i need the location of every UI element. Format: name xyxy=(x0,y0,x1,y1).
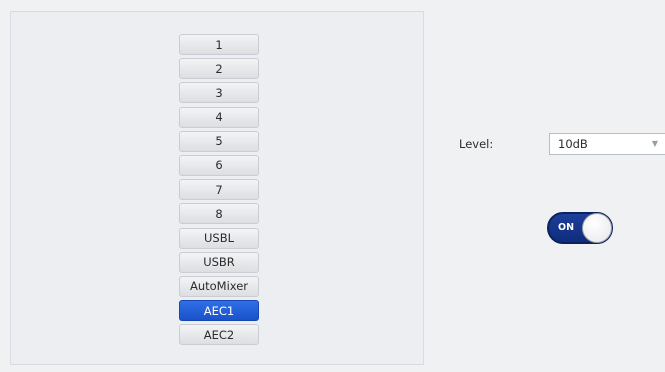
channel-button-usbr[interactable]: USBR xyxy=(179,251,259,273)
toggle-knob xyxy=(582,213,612,243)
channel-button-aec2[interactable]: AEC2 xyxy=(179,324,259,346)
channel-button-usbl[interactable]: USBL xyxy=(179,227,259,249)
channel-button-6[interactable]: 6 xyxy=(179,154,259,176)
on-off-toggle[interactable]: ON xyxy=(547,212,613,244)
channel-button-aec1[interactable]: AEC1 xyxy=(179,300,259,322)
channel-button-2[interactable]: 2 xyxy=(179,58,259,80)
level-dropdown[interactable]: 10dB ▼ xyxy=(549,133,665,155)
toggle-label: ON xyxy=(558,222,575,233)
channel-button-4[interactable]: 4 xyxy=(179,106,259,128)
settings-area xyxy=(424,0,665,372)
channel-button-automixer[interactable]: AutoMixer xyxy=(179,275,259,297)
channel-panel: 1 2 3 4 5 6 7 8 USBL USBR AutoMixer AEC1… xyxy=(10,11,424,365)
channel-list: 1 2 3 4 5 6 7 8 USBL USBR AutoMixer AEC1… xyxy=(179,34,261,348)
channel-button-5[interactable]: 5 xyxy=(179,130,259,152)
channel-button-7[interactable]: 7 xyxy=(179,179,259,201)
chevron-down-icon: ▼ xyxy=(651,139,658,148)
channel-button-8[interactable]: 8 xyxy=(179,203,259,225)
channel-button-1[interactable]: 1 xyxy=(179,34,259,55)
level-label: Level: xyxy=(459,137,494,151)
level-value: 10dB xyxy=(558,137,588,151)
channel-button-3[interactable]: 3 xyxy=(179,82,259,104)
